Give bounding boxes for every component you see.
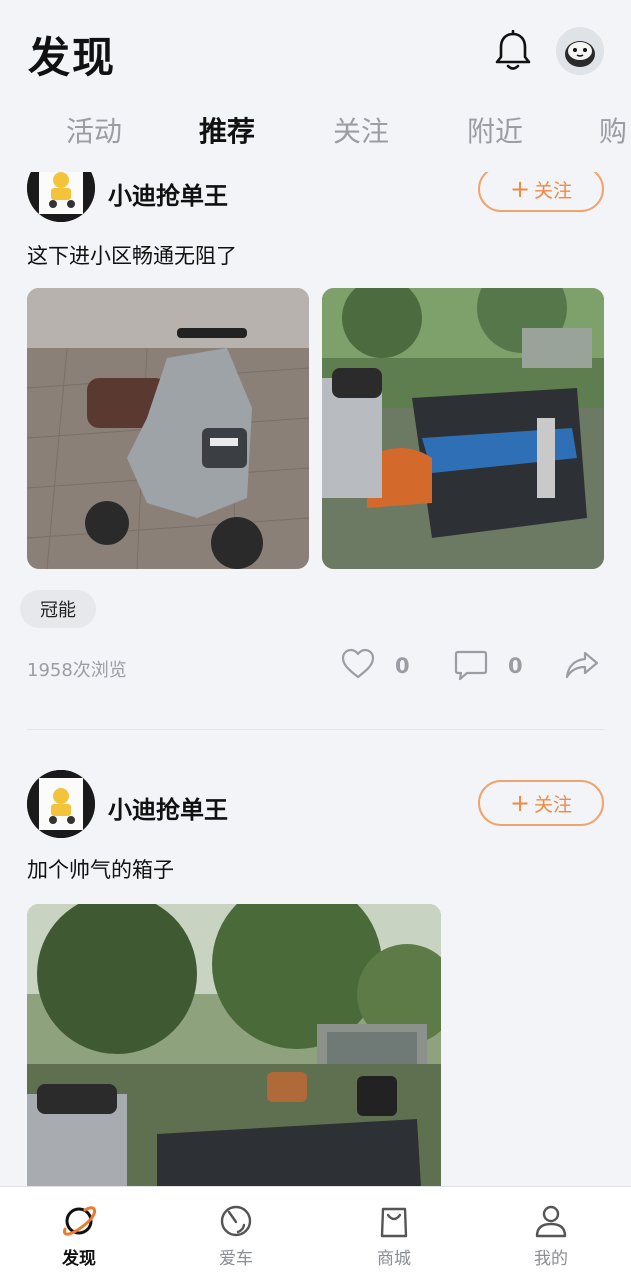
page-title: 发现 bbox=[28, 33, 117, 82]
planet-icon bbox=[63, 1206, 97, 1236]
tab-shopping[interactable]: 购 bbox=[599, 110, 627, 150]
plus-icon: + bbox=[509, 789, 531, 817]
view-count: 1958次浏览 bbox=[27, 660, 127, 681]
tab-activity[interactable]: 活动 bbox=[66, 110, 122, 150]
scooter-photo bbox=[27, 288, 309, 569]
nav-my-car[interactable]: 爱车 bbox=[176, 1187, 296, 1280]
tab-nearby[interactable]: 附近 bbox=[467, 110, 523, 150]
feed[interactable]: 小迪抢单王 + 关注 这下进小区畅通无阻了 冠能 1958次浏览 0 0 小迪抢… bbox=[0, 172, 631, 1186]
header: 发现 bbox=[0, 0, 631, 100]
author-avatar[interactable] bbox=[27, 770, 95, 838]
nav-discover[interactable]: 发现 bbox=[19, 1187, 139, 1280]
user-icon bbox=[535, 1205, 567, 1238]
delivery-rider-avatar-icon bbox=[27, 172, 95, 222]
tab-bar: 活动 推荐 关注 附近 购 bbox=[0, 100, 631, 170]
tab-following[interactable]: 关注 bbox=[333, 110, 389, 150]
notification-bell-icon[interactable] bbox=[494, 30, 532, 72]
nav-mall[interactable]: 商城 bbox=[334, 1187, 454, 1280]
post-text: 这下进小区畅通无阻了 bbox=[27, 244, 237, 268]
comment-count: 0 bbox=[508, 654, 523, 678]
scooter-box-photo bbox=[322, 288, 604, 569]
scooter-box-photo bbox=[27, 904, 441, 1186]
author-name[interactable]: 小迪抢单王 bbox=[108, 176, 228, 211]
delivery-rider-avatar-icon bbox=[27, 770, 95, 838]
tab-recommended[interactable]: 推荐 bbox=[199, 110, 255, 150]
author-name[interactable]: 小迪抢单王 bbox=[108, 790, 228, 825]
post-image[interactable] bbox=[27, 904, 441, 1186]
robot-avatar-icon bbox=[556, 27, 604, 75]
follow-button[interactable]: + 关注 bbox=[478, 780, 604, 826]
bottom-nav: 发现 爱车 商城 我的 bbox=[0, 1186, 631, 1280]
follow-label: 关注 bbox=[534, 179, 573, 202]
author-avatar[interactable] bbox=[27, 172, 95, 222]
follow-button[interactable]: + 关注 bbox=[478, 172, 604, 212]
post-image[interactable] bbox=[322, 288, 604, 569]
nav-label: 我的 bbox=[534, 1249, 568, 1269]
topic-tag[interactable]: 冠能 bbox=[20, 590, 96, 628]
user-avatar[interactable] bbox=[556, 27, 604, 75]
post-image[interactable] bbox=[27, 288, 309, 569]
nav-label: 爱车 bbox=[219, 1249, 253, 1269]
post-text: 加个帅气的箱子 bbox=[27, 858, 174, 882]
nav-label: 商城 bbox=[377, 1249, 411, 1269]
shopping-bag-icon bbox=[380, 1207, 408, 1238]
post-divider bbox=[27, 729, 604, 730]
nav-label: 发现 bbox=[62, 1249, 96, 1269]
plus-icon: + bbox=[509, 175, 531, 203]
share-icon[interactable] bbox=[565, 650, 599, 680]
comment-icon[interactable] bbox=[454, 649, 488, 681]
speedometer-icon bbox=[220, 1205, 252, 1237]
like-count: 0 bbox=[395, 654, 410, 678]
follow-label: 关注 bbox=[534, 793, 573, 816]
heart-icon[interactable] bbox=[341, 648, 375, 680]
nav-profile[interactable]: 我的 bbox=[491, 1187, 611, 1280]
